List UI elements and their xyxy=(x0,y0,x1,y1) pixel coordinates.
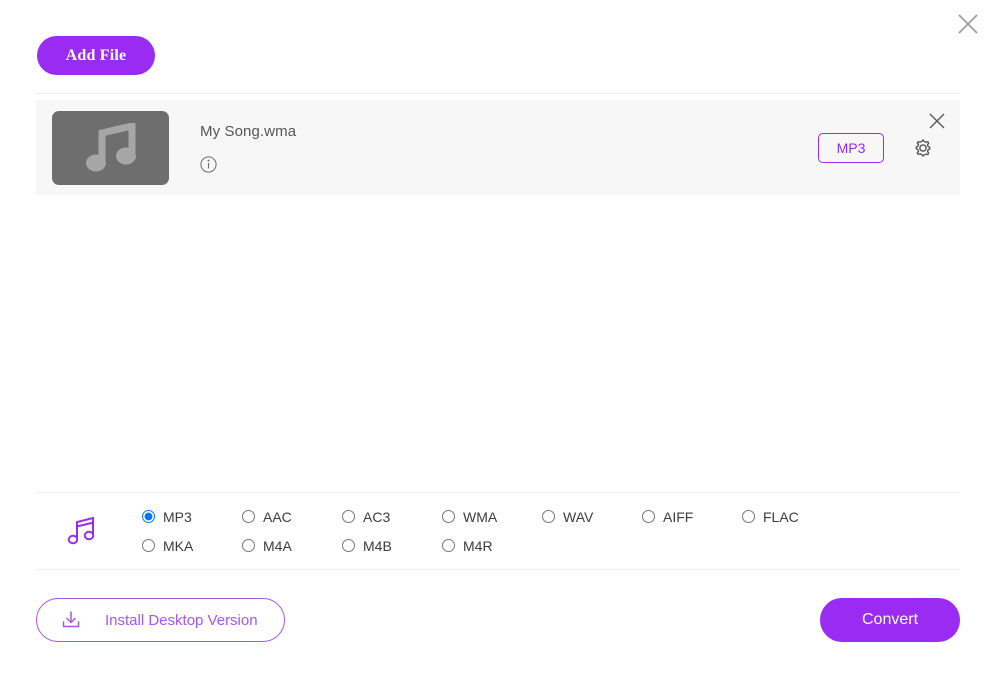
close-icon xyxy=(958,14,978,34)
format-radio-aac[interactable] xyxy=(242,510,255,523)
format-label: AAC xyxy=(263,508,292,525)
format-option-m4b[interactable]: M4B xyxy=(342,538,442,554)
window-close-button[interactable] xyxy=(952,8,984,40)
format-radio-wma[interactable] xyxy=(442,510,455,523)
format-option-m4a[interactable]: M4A xyxy=(242,538,342,554)
format-label: M4A xyxy=(263,537,292,554)
format-radio-m4r[interactable] xyxy=(442,539,455,552)
file-meta: My Song.wma xyxy=(200,123,818,173)
format-option-wma[interactable]: WMA xyxy=(442,509,542,525)
convert-button[interactable]: Convert xyxy=(820,598,960,642)
music-note-icon xyxy=(85,122,136,171)
footer: Install Desktop Version Convert xyxy=(36,597,960,643)
file-remove-button[interactable] xyxy=(926,110,948,132)
format-label: AIFF xyxy=(663,508,694,525)
format-option-aiff[interactable]: AIFF xyxy=(642,509,742,525)
format-label: WMA xyxy=(463,508,498,525)
music-note-icon xyxy=(67,516,95,545)
output-format-section: MP3 AAC AC3 WMA WAV AIFF FLAC MKA M4A M4… xyxy=(36,492,960,570)
format-label: MP3 xyxy=(163,508,192,525)
format-option-flac[interactable]: FLAC xyxy=(742,509,842,525)
toolbar: Add File xyxy=(37,36,155,75)
format-radio-m4b[interactable] xyxy=(342,539,355,552)
file-actions: MP3 xyxy=(818,132,934,163)
format-label: M4B xyxy=(363,537,392,554)
file-info-button[interactable] xyxy=(200,155,217,173)
file-settings-button[interactable] xyxy=(912,137,934,159)
format-label: WAV xyxy=(563,508,594,525)
format-option-aac[interactable]: AAC xyxy=(242,509,342,525)
target-format-badge[interactable]: MP3 xyxy=(818,132,884,163)
format-option-mka[interactable]: MKA xyxy=(142,538,242,554)
audio-type-icon-wrap xyxy=(58,514,106,548)
download-icon-wrap xyxy=(59,608,83,632)
format-label: FLAC xyxy=(763,508,799,525)
file-list: My Song.wma MP3 xyxy=(36,93,960,195)
file-thumbnail xyxy=(52,110,169,185)
info-icon xyxy=(200,155,217,173)
format-option-m4r[interactable]: M4R xyxy=(442,538,542,554)
format-label: MKA xyxy=(163,537,194,554)
format-radio-m4a[interactable] xyxy=(242,539,255,552)
format-radio-wav[interactable] xyxy=(542,510,555,523)
format-options: MP3 AAC AC3 WMA WAV AIFF FLAC MKA M4A M4… xyxy=(142,502,842,560)
add-file-button[interactable]: Add File xyxy=(37,36,155,75)
format-option-wav[interactable]: WAV xyxy=(542,509,642,525)
gear-icon xyxy=(915,138,931,157)
file-row: My Song.wma MP3 xyxy=(36,100,960,195)
close-icon xyxy=(929,113,945,129)
format-radio-mka[interactable] xyxy=(142,539,155,552)
file-name: My Song.wma xyxy=(200,122,297,140)
format-radio-mp3[interactable] xyxy=(142,510,155,523)
download-icon xyxy=(62,611,80,628)
install-desktop-label: Install Desktop Version xyxy=(105,611,258,629)
format-label: AC3 xyxy=(363,508,391,525)
format-label: M4R xyxy=(463,537,493,554)
install-desktop-version-button[interactable]: Install Desktop Version xyxy=(36,598,285,642)
format-option-mp3[interactable]: MP3 xyxy=(142,509,242,525)
format-radio-ac3[interactable] xyxy=(342,510,355,523)
format-option-ac3[interactable]: AC3 xyxy=(342,509,442,525)
format-radio-aiff[interactable] xyxy=(642,510,655,523)
format-radio-flac[interactable] xyxy=(742,510,755,523)
